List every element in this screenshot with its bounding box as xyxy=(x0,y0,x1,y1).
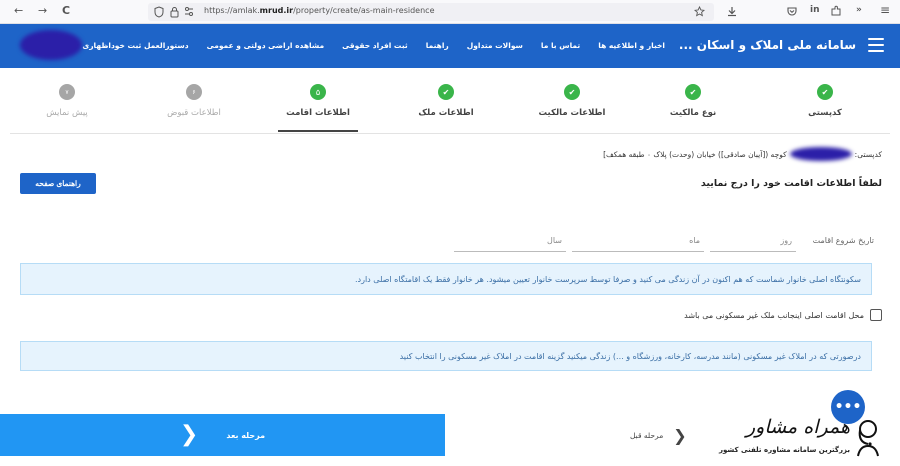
step-preview[interactable]: ۷ پیش نمایش xyxy=(17,84,117,118)
bookmark-star-icon[interactable] xyxy=(694,6,705,17)
watermark: همراه مشاور بزرگترین سامانه مشاوره تلفنی… xyxy=(708,414,880,464)
permissions-icon[interactable] xyxy=(184,6,194,18)
step-number-badge: ۵ xyxy=(310,84,326,100)
step-postal-code[interactable]: ✔ کدپستی xyxy=(775,84,875,118)
consultant-headset-logo xyxy=(857,420,879,457)
address-prefix: کدپستی: xyxy=(854,149,882,159)
step-bills-info[interactable]: ۶ اطلاعات قبوض xyxy=(144,84,244,118)
watermark-title: همراه مشاور xyxy=(745,416,850,438)
step-number-badge: ۷ xyxy=(59,84,75,100)
lock-icon[interactable] xyxy=(170,6,179,18)
check-icon: ✔ xyxy=(685,84,701,100)
year-input[interactable]: سال xyxy=(454,228,566,252)
progress-stepper: ✔ کدپستی ✔ نوع مالکیت ✔ اطلاعات مالکیت ✔… xyxy=(10,78,890,134)
menu-contact[interactable]: تماس با ما xyxy=(541,41,580,50)
downloads-icon[interactable] xyxy=(726,5,738,17)
menu-self-declaration-instructions[interactable]: دستورالعمل ثبت خوداظهاری xyxy=(82,41,188,50)
menu-guide[interactable]: راهنما xyxy=(426,41,449,50)
next-step-button[interactable]: مرحله بعد ❮ xyxy=(0,414,445,456)
menu-faq[interactable]: سوالات متداول xyxy=(467,41,523,50)
check-icon: ✔ xyxy=(438,84,454,100)
browser-toolbar: ← → C https://amlak.mrud.ir/property/cre… xyxy=(0,0,900,24)
app-header: سامانه ملی املاک و اسکان ... اخبار و اطل… xyxy=(0,24,900,68)
non-residential-option[interactable]: محل اقامت اصلی اینجانب ملک غیر مسکونی می… xyxy=(684,309,882,321)
chevron-left-icon: ❮ xyxy=(673,425,687,445)
browser-menu-icon[interactable]: ≡ xyxy=(880,3,890,17)
hamburger-menu-icon[interactable] xyxy=(868,38,884,52)
pocket-icon[interactable] xyxy=(786,5,798,17)
non-residential-checkbox[interactable] xyxy=(870,309,882,321)
month-select[interactable]: ماه xyxy=(572,228,704,252)
non-residential-info: درصورتی که در املاک غیر مسکونی (مانند مد… xyxy=(20,341,872,371)
reload-icon[interactable]: C xyxy=(62,4,70,17)
top-menu: اخبار و اطلاعیه ها تماس با ما سوالات متد… xyxy=(82,41,665,50)
active-step-indicator xyxy=(278,130,358,132)
overflow-icon[interactable]: » xyxy=(856,5,862,15)
site-title[interactable]: سامانه ملی املاک و اسکان ... xyxy=(679,38,856,52)
back-icon[interactable]: ← xyxy=(14,4,23,17)
url-text: https://amlak.mrud.ir/property/create/as… xyxy=(204,6,435,15)
menu-government-lands[interactable]: مشاهده اراضی دولتی و عمومی xyxy=(207,41,325,50)
menu-legal-entities[interactable]: ثبت افراد حقوقی xyxy=(342,41,408,50)
step-number-badge: ۶ xyxy=(186,84,202,100)
previous-step-button[interactable]: ❮ مرحله قبل xyxy=(630,424,687,446)
menu-news[interactable]: اخبار و اطلاعیه ها xyxy=(598,41,665,50)
address-text: کوچه ([آیبان صادقی]) خیابان (وحدت) پلاک … xyxy=(603,149,787,159)
extension-icon[interactable] xyxy=(830,5,842,17)
check-icon: ✔ xyxy=(564,84,580,100)
watermark-subtitle: بزرگترین سامانه مشاوره تلفنی کشور xyxy=(719,446,850,454)
non-residential-label[interactable]: محل اقامت اصلی اینجانب ملک غیر مسکونی می… xyxy=(684,311,864,320)
page-prompt: لطفاً اطلاعات اقامت خود را درج نمایید xyxy=(700,178,882,189)
address-line: کدپستی: کوچه ([آیبان صادقی]) خیابان (وحد… xyxy=(603,147,882,161)
step-ownership-type[interactable]: ✔ نوع مالکیت xyxy=(643,84,743,118)
residence-start-label: تاریخ شروع اقامت xyxy=(812,236,874,245)
check-icon: ✔ xyxy=(817,84,833,100)
day-input[interactable]: روز xyxy=(710,228,796,252)
shield-icon[interactable] xyxy=(154,6,164,18)
chevron-left-icon: ❮ xyxy=(179,422,199,447)
extension-in-icon[interactable]: in xyxy=(810,5,820,15)
step-ownership-info[interactable]: ✔ اطلاعات مالکیت xyxy=(522,84,622,118)
main-residence-info: سکونتگاه اصلی خانوار شماست که هم اکنون د… xyxy=(20,263,872,295)
forward-icon[interactable]: → xyxy=(38,4,47,17)
redacted-postal-code xyxy=(789,147,852,161)
step-property-info[interactable]: ✔ اطلاعات ملک xyxy=(396,84,496,118)
step-residence-info[interactable]: ۵ اطلاعات اقامت xyxy=(268,84,368,132)
user-avatar[interactable] xyxy=(20,30,82,60)
page-guide-button[interactable]: راهنمای صفحه xyxy=(20,173,96,194)
address-bar[interactable]: https://amlak.mrud.ir/property/create/as… xyxy=(148,3,714,21)
